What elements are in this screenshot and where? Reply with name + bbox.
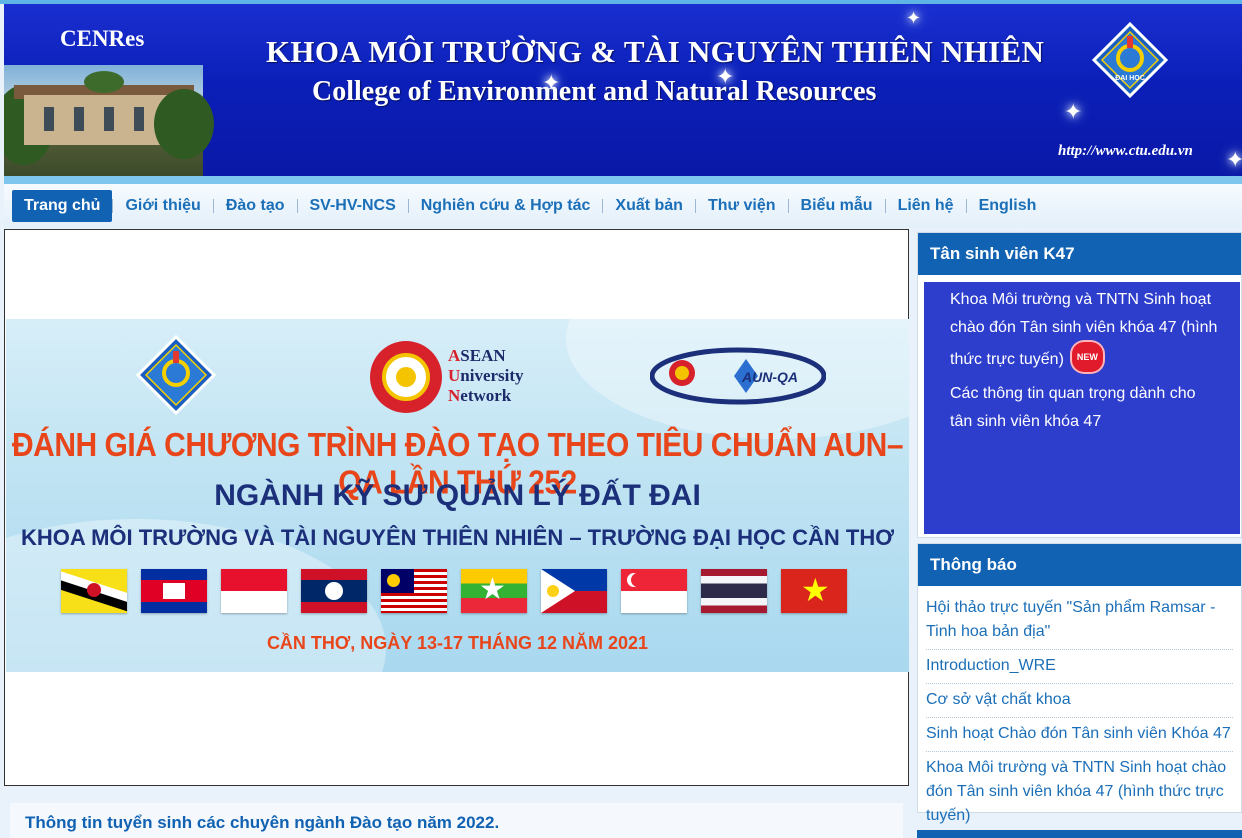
slide-heading-faculty: KHOA MÔI TRƯỜNG VÀ TÀI NGUYÊN THIÊN NHIÊ… bbox=[21, 525, 894, 550]
nav-item-forms[interactable]: Biểu mẫu bbox=[789, 190, 885, 222]
k47-link-important-info[interactable]: Các thông tin quan trọng dành cho tân si… bbox=[924, 380, 1240, 436]
flag-malaysia-icon bbox=[381, 569, 447, 613]
flag-cambodia-icon bbox=[141, 569, 207, 613]
next-panel-header bbox=[917, 830, 1242, 838]
aun-qa-logo-icon: AUN-QA bbox=[650, 347, 826, 405]
asean-university-network-label: ASEAN University Network bbox=[448, 346, 524, 405]
sparkle-icon: ✦ bbox=[716, 64, 735, 89]
slide-heading-program: NGÀNH KỸ SƯ QUẢN LÝ ĐẤT ĐAI bbox=[214, 479, 701, 512]
header-title-en: College of Environment and Natural Resou… bbox=[312, 76, 877, 107]
main-nav: Trang chủ Giới thiệu Đào tạo SV-HV-NCS N… bbox=[4, 184, 1242, 228]
sparkle-icon: ✦ bbox=[542, 70, 561, 95]
announcements-panel: Thông báo Hội thảo trực tuyến "Sản phẩm … bbox=[917, 543, 1242, 834]
campus-photo bbox=[4, 65, 214, 176]
new-badge-icon: NEW bbox=[1071, 342, 1103, 372]
announcement-item[interactable]: Hội thảo trực tuyến "Sản phẩm Ramsar - T… bbox=[926, 592, 1233, 650]
nav-item-home[interactable]: Trang chủ bbox=[12, 190, 113, 222]
flag-indonesia-icon bbox=[221, 569, 287, 613]
k47-link-welcome[interactable]: Khoa Môi trường và TNTN Sinh hoạt chào đ… bbox=[924, 286, 1240, 374]
sparkle-icon: ✦ bbox=[1064, 99, 1083, 124]
aun-qa-banner-slide[interactable]: ASEAN University Network AUN-QA ĐÁNH GIÁ… bbox=[6, 319, 909, 672]
ctu-url-link[interactable]: http://www.ctu.edu.vn bbox=[1058, 143, 1193, 160]
nav-item-research[interactable]: Nghiên cứu & Hợp tác bbox=[409, 190, 603, 222]
ctu-logo-icon bbox=[136, 335, 216, 415]
flag-philippines-icon bbox=[541, 569, 607, 613]
ctu-logo-icon: ĐẠI HỌC bbox=[1092, 22, 1168, 98]
slide-event-date: CẦN THƠ, NGÀY 13-17 THÁNG 12 NĂM 2021 bbox=[266, 633, 649, 653]
header-banner: CENRes KHOA MÔI TRƯỜNG & TÀI NGUYÊN THIÊ… bbox=[4, 4, 1242, 178]
nav-item-training[interactable]: Đào tạo bbox=[214, 190, 297, 222]
sparkle-icon: ✦ bbox=[906, 8, 922, 28]
asean-logo-icon bbox=[370, 341, 442, 413]
announcements-panel-title: Thông báo bbox=[918, 544, 1241, 586]
flag-brunei-icon bbox=[61, 569, 127, 613]
k47-link-list: Khoa Môi trường và TNTN Sinh hoạt chào đ… bbox=[924, 282, 1240, 534]
banner-divider bbox=[4, 176, 1242, 184]
announcements-list[interactable]: Hội thảo trực tuyến "Sản phẩm Ramsar - T… bbox=[918, 586, 1241, 836]
nav-item-contact[interactable]: Liên hệ bbox=[886, 190, 966, 222]
news-headline-link[interactable]: Thông tin tuyển sinh các chuyên ngành Đà… bbox=[25, 813, 499, 833]
nav-item-english[interactable]: English bbox=[967, 190, 1049, 222]
header-title-vi: KHOA MÔI TRƯỜNG & TÀI NGUYÊN THIÊN NHIÊN bbox=[266, 34, 1045, 69]
flag-singapore-icon bbox=[621, 569, 687, 613]
nav-item-publications[interactable]: Xuất bản bbox=[603, 190, 695, 222]
svg-text:AUN-QA: AUN-QA bbox=[741, 369, 798, 385]
k47-panel-title: Tân sinh viên K47 bbox=[918, 233, 1241, 275]
announcement-item[interactable]: Khoa Môi trường và TNTN Sinh hoạt chào đ… bbox=[926, 752, 1233, 834]
flag-thailand-icon bbox=[701, 569, 767, 613]
nav-item-students[interactable]: SV-HV-NCS bbox=[298, 190, 408, 222]
flag-vietnam-icon: ★ bbox=[781, 569, 847, 613]
news-headline-bar: Thông tin tuyển sinh các chuyên ngành Đà… bbox=[10, 803, 903, 838]
k47-panel: Tân sinh viên K47 Khoa Môi trường và TNT… bbox=[917, 232, 1242, 538]
flag-myanmar-icon: ★ bbox=[461, 569, 527, 613]
nav-item-about[interactable]: Giới thiệu bbox=[113, 190, 212, 222]
cenres-logo-text: CENRes bbox=[60, 26, 145, 51]
flag-laos-icon bbox=[301, 569, 367, 613]
asean-flags-row: ★ ★ bbox=[61, 569, 847, 613]
announcement-item[interactable]: Introduction_WRE bbox=[926, 650, 1233, 684]
announcement-item[interactable]: Cơ sở vật chất khoa bbox=[926, 684, 1233, 718]
featured-slider[interactable]: ASEAN University Network AUN-QA ĐÁNH GIÁ… bbox=[4, 229, 909, 786]
svg-text:ĐẠI HỌC: ĐẠI HỌC bbox=[1115, 75, 1145, 82]
sparkle-icon: ✦ bbox=[1226, 147, 1242, 172]
nav-item-library[interactable]: Thư viện bbox=[696, 190, 788, 222]
announcement-item[interactable]: Sinh hoạt Chào đón Tân sinh viên Khóa 47 bbox=[926, 718, 1233, 752]
